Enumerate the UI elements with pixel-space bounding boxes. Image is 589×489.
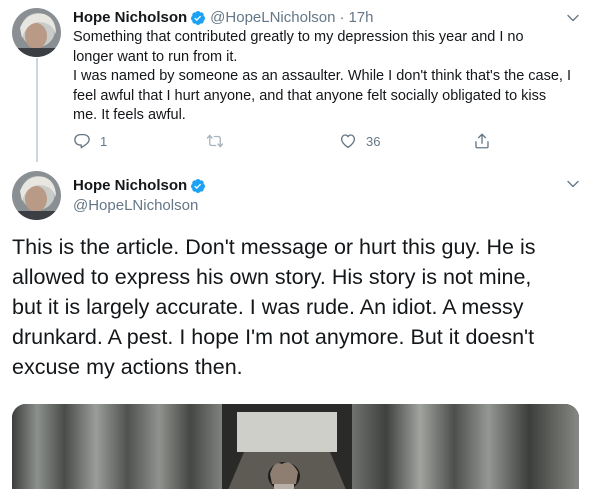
author-name[interactable]: Hope Nicholson [73, 8, 187, 28]
attached-photo[interactable] [12, 404, 579, 489]
like-icon [340, 134, 356, 149]
reply-count: 1 [100, 133, 108, 149]
tweet-text-line: but it is largely accurate. I was rude. … [12, 295, 524, 319]
like-button[interactable]: 36 [339, 132, 380, 150]
avatar[interactable] [12, 8, 61, 57]
tweet-text-line: me. It feels awful. [73, 107, 186, 123]
thread-line [36, 58, 38, 162]
photo-image [12, 404, 579, 489]
tweet-text-line: excuse my actions then. [12, 355, 243, 379]
timestamp[interactable]: 17h [348, 8, 373, 28]
tweet-text: This is the article. Don't message or hu… [12, 232, 582, 382]
tweet-2[interactable]: Hope Nicholson @HopeLNicholson This is t… [0, 160, 589, 489]
tweet-text-line: feel awful that I hurt anyone, and that … [73, 87, 547, 104]
author-name-row: Hope Nicholson [73, 176, 210, 196]
chevron-down-icon[interactable] [566, 177, 580, 191]
tweet-1[interactable]: Hope Nicholson @HopeLNicholson · 17h Som… [0, 0, 589, 162]
reply-button[interactable]: 1 [73, 132, 107, 150]
share-button[interactable] [473, 132, 491, 150]
author-name[interactable]: Hope Nicholson [73, 176, 187, 196]
retweet-button[interactable] [206, 132, 224, 150]
separator-dot: · [339, 9, 345, 26]
tweet-text-line: longer want to run from it. [73, 48, 238, 65]
tweet-text-line: This is the article. Don't message or hu… [12, 235, 536, 259]
verified-badge-icon [191, 179, 206, 193]
reply-icon [74, 133, 90, 149]
tweet-text-line: allowed to express his own story. His st… [12, 265, 532, 289]
tweet-text-line: drunkard. A pest. I hope I'm not anymore… [12, 325, 535, 349]
author-handle[interactable]: @HopeLNicholson [210, 8, 335, 28]
tweet-text-line: I was named by someone as an assaulter. … [73, 68, 571, 84]
retweet-icon [206, 134, 224, 148]
author-handle[interactable]: @HopeLNicholson [73, 196, 198, 216]
tweet-text-line: Something that contributed greatly to my… [73, 29, 524, 45]
verified-badge-icon [191, 11, 206, 25]
like-count: 36 [366, 133, 381, 149]
tweet-text: Something that contributed greatly to my… [73, 28, 573, 126]
chevron-down-icon[interactable] [566, 11, 580, 25]
avatar[interactable] [12, 171, 61, 220]
tweet-actions: 1 36 [73, 132, 503, 152]
share-icon [475, 133, 489, 149]
tweet-header: Hope Nicholson @HopeLNicholson · 17h [73, 8, 374, 28]
